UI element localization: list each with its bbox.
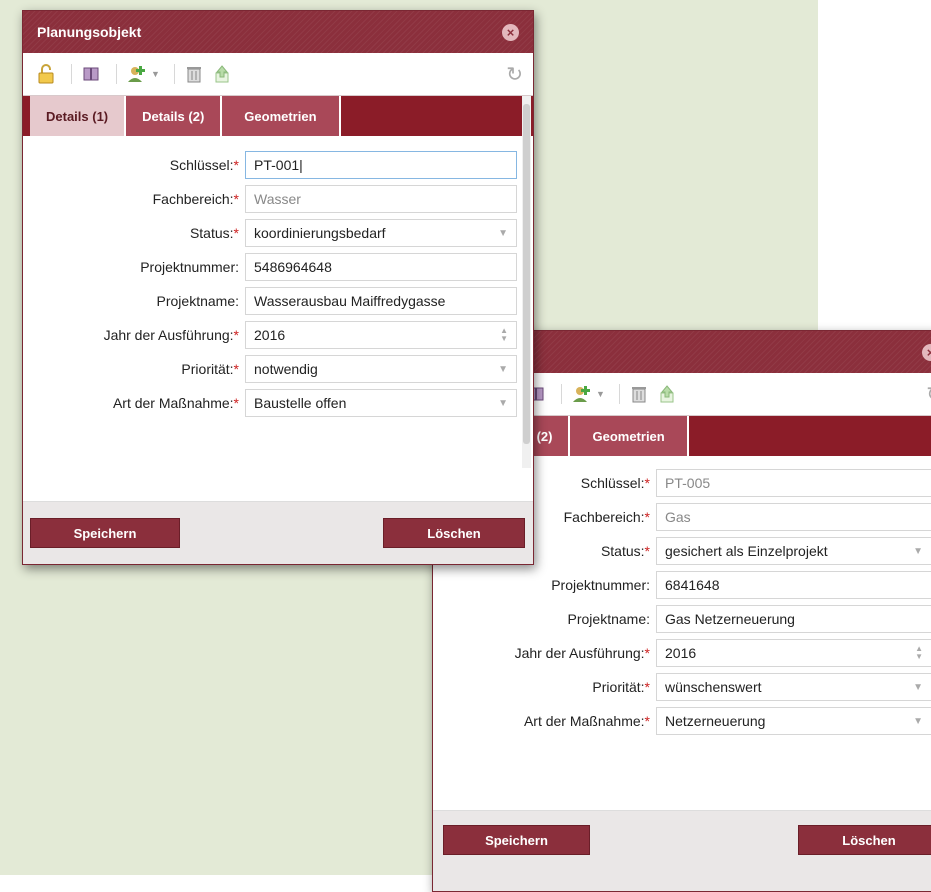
form-row-schluessel: Schlüssel:* PT-001| [23,148,533,182]
toolbar-separator [618,384,620,404]
window-title: Planungsobjekt [37,24,142,40]
window-titlebar[interactable]: Planungsobjekt × [23,11,533,53]
form-row-art-der-massnahme: Art der Maßnahme:* Netzerneuerung ▼ [433,704,931,738]
form-row-prioritaet: Priorität:* notwendig ▼ [23,352,533,386]
delete-button[interactable]: Löschen [383,518,525,548]
form-row-jahr: Jahr der Ausführung:* 2016 ▲ ▼ [23,318,533,352]
projektname-field[interactable]: Wasserausbau Maiffredygasse [245,287,517,315]
chevron-down-icon: ▼ [913,545,923,557]
schluessel-field[interactable]: PT-005 [656,469,931,497]
prioritaet-select[interactable]: notwendig ▼ [245,355,517,383]
scrollbar-thumb[interactable] [523,104,530,444]
form-row-prioritaet: Priorität:* wünschenswert ▼ [433,670,931,704]
form-row-projektnummer: Projektnummer: 6841648 [433,568,931,602]
chevron-down-icon: ▼ [498,397,508,409]
upload-icon[interactable] [656,383,678,405]
tab-details-1[interactable]: Details (1) [30,96,127,136]
window-footer: Speichern Löschen [23,501,533,564]
upload-icon[interactable] [211,63,233,85]
status-select[interactable]: koordinierungsbedarf ▼ [245,219,517,247]
status-select[interactable]: gesichert als Einzelprojekt ▼ [656,537,931,565]
field-label: Jahr der Ausführung:* [514,645,650,661]
form-row-projektnummer: Projektnummer: 5486964648 [23,250,533,284]
close-icon[interactable]: × [502,23,519,41]
chevron-down-icon: ▼ [913,681,923,693]
toolbar-separator [71,64,72,84]
field-label: Schlüssel:* [169,157,239,173]
book-icon[interactable] [80,63,102,85]
add-user-icon[interactable] [125,63,147,85]
form-row-projektname: Projektname: Wasserausbau Maiffredygasse [23,284,533,318]
art-der-massnahme-select[interactable]: Netzerneuerung ▼ [656,707,931,735]
jahr-spinner[interactable]: 2016 ▲ ▼ [656,639,931,667]
add-user-icon[interactable] [570,383,592,405]
form-row-jahr: Jahr der Ausführung:* 2016 ▲ ▼ [433,636,931,670]
refresh-icon[interactable]: ↻ [926,382,931,407]
details-form: Schlüssel:* PT-001| Fachbereich:* Wasser… [23,96,533,468]
tab-details-2[interactable]: Details (2) [126,96,223,136]
field-label: Art der Maßnahme:* [523,713,650,729]
field-label: Jahr der Ausführung:* [103,327,239,343]
field-label: Status:* [189,225,239,241]
save-button[interactable]: Speichern [443,825,590,855]
trash-icon[interactable] [183,63,205,85]
form-row-projektname: Projektname: Gas Netzerneuerung [433,602,931,636]
fachbereich-field[interactable]: Gas [656,503,931,531]
window-footer: Speichern Löschen [433,810,931,891]
jahr-spinner[interactable]: 2016 ▲ ▼ [245,321,517,349]
close-icon[interactable]: × [922,343,931,361]
field-label: Projektname: [567,611,650,627]
chevron-down-icon: ▼ [498,227,508,239]
field-label: Art der Maßnahme:* [112,395,239,411]
lock-icon[interactable] [35,63,57,85]
tab-geometrien[interactable]: Geometrien [570,416,689,456]
field-label: Projektnummer: [140,259,239,275]
vertical-scrollbar[interactable] [522,96,531,468]
fachbereich-field[interactable]: Wasser [245,185,517,213]
form-row-status: Status:* koordinierungsbedarf ▼ [23,216,533,250]
schluessel-input[interactable]: PT-001| [245,151,517,179]
field-label: Priorität:* [181,361,239,377]
save-button[interactable]: Speichern [30,518,180,548]
chevron-down-icon[interactable]: ▼ [151,69,160,79]
chevron-down-icon: ▼ [498,363,508,375]
refresh-icon[interactable]: ↻ [506,62,523,87]
field-label: Projektname: [156,293,239,309]
spinner-arrows-icon[interactable]: ▲ ▼ [915,645,923,661]
chevron-down-icon: ▼ [913,715,923,727]
field-label: Fachbereich:* [152,191,239,207]
toolbar-separator [116,64,117,84]
field-label: Priorität:* [592,679,650,695]
projektnummer-field[interactable]: 6841648 [656,571,931,599]
field-label: Projektnummer: [551,577,650,593]
art-der-massnahme-select[interactable]: Baustelle offen ▼ [245,389,517,417]
toolbar-separator [561,384,562,404]
planungsobjekt-window-1: Planungsobjekt × ▼ ↻ Details (1) Details… [22,10,534,565]
form-row-art-der-massnahme: Art der Maßnahme:* Baustelle offen ▼ [23,386,533,420]
projektnummer-field[interactable]: 5486964648 [245,253,517,281]
tab-geometrien[interactable]: Geometrien [222,96,341,136]
spinner-arrows-icon[interactable]: ▲ ▼ [500,327,508,343]
toolbar: ▼ ↻ [23,53,533,96]
form-row-fachbereich: Fachbereich:* Wasser [23,182,533,216]
delete-button[interactable]: Löschen [798,825,931,855]
toolbar-separator [173,64,175,84]
chevron-down-icon[interactable]: ▼ [596,389,605,399]
prioritaet-select[interactable]: wünschenswert ▼ [656,673,931,701]
projektname-field[interactable]: Gas Netzerneuerung [656,605,931,633]
tab-bar: Details (1) Details (2) Geometrien [23,96,533,136]
trash-icon[interactable] [628,383,650,405]
